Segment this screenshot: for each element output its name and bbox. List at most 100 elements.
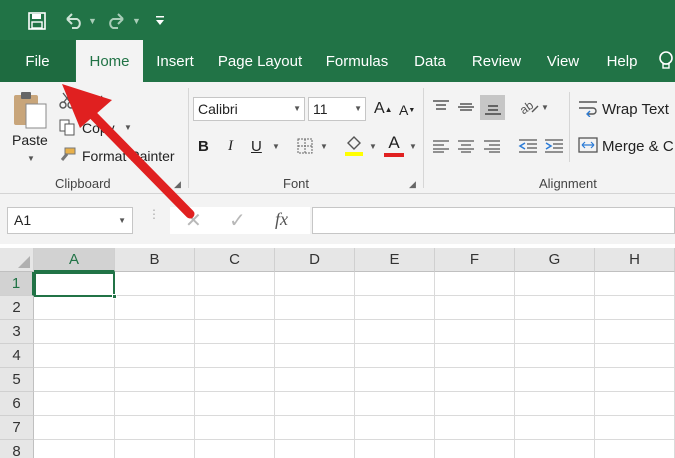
cell-a4[interactable]	[34, 344, 115, 368]
fill-handle[interactable]	[112, 294, 117, 299]
cell-d8[interactable]	[275, 440, 355, 458]
orientation-icon[interactable]: ab	[518, 98, 540, 116]
select-all-corner[interactable]	[0, 248, 34, 272]
cell-e1[interactable]	[355, 272, 435, 296]
cell-c4[interactable]	[195, 344, 275, 368]
row-header-5[interactable]: 5	[0, 368, 34, 392]
cell-h7[interactable]	[595, 416, 675, 440]
merge-center-button[interactable]: Merge & C	[602, 138, 674, 155]
cell-e5[interactable]	[355, 368, 435, 392]
column-header-h[interactable]: H	[595, 248, 675, 272]
cell-a2[interactable]	[34, 296, 115, 320]
cell-a7[interactable]	[34, 416, 115, 440]
column-header-d[interactable]: D	[275, 248, 355, 272]
tab-insert[interactable]: Insert	[143, 40, 207, 82]
cell-c2[interactable]	[195, 296, 275, 320]
paste-button[interactable]: Paste	[12, 132, 48, 148]
chevron-down-icon[interactable]: ▼	[369, 142, 377, 151]
top-align-icon[interactable]	[432, 99, 450, 115]
column-header-b[interactable]: B	[115, 248, 195, 272]
cell-c6[interactable]	[195, 392, 275, 416]
chevron-down-icon[interactable]: ▼	[320, 142, 328, 151]
column-header-a[interactable]: A	[34, 248, 115, 272]
active-cell-a1[interactable]	[34, 272, 115, 297]
cell-c3[interactable]	[195, 320, 275, 344]
insert-function-button[interactable]: fx	[275, 209, 288, 230]
tab-help[interactable]: Help	[592, 40, 652, 82]
cell-h5[interactable]	[595, 368, 675, 392]
column-header-c[interactable]: C	[195, 248, 275, 272]
cell-h1[interactable]	[595, 272, 675, 296]
cell-g7[interactable]	[515, 416, 595, 440]
chevron-down-icon[interactable]: ▼	[27, 154, 35, 163]
row-header-3[interactable]: 3	[0, 320, 34, 344]
cell-c8[interactable]	[195, 440, 275, 458]
cell-d2[interactable]	[275, 296, 355, 320]
cell-h4[interactable]	[595, 344, 675, 368]
italic-button[interactable]: I	[228, 138, 233, 155]
cell-f8[interactable]	[435, 440, 515, 458]
save-icon[interactable]	[28, 10, 46, 32]
bold-button[interactable]: B	[198, 138, 209, 155]
cell-b4[interactable]	[115, 344, 195, 368]
cancel-icon[interactable]: ✕	[185, 208, 202, 233]
chevron-down-icon[interactable]: ▼	[88, 10, 97, 32]
tab-home[interactable]: Home	[76, 40, 143, 82]
dialog-launcher-icon[interactable]: ◢	[409, 179, 416, 190]
borders-icon[interactable]	[297, 138, 313, 154]
row-header-2[interactable]: 2	[0, 296, 34, 320]
cell-g8[interactable]	[515, 440, 595, 458]
cell-h6[interactable]	[595, 392, 675, 416]
cell-f2[interactable]	[435, 296, 515, 320]
chevron-down-icon[interactable]: ▼	[132, 10, 141, 32]
cell-b6[interactable]	[115, 392, 195, 416]
cell-e3[interactable]	[355, 320, 435, 344]
cell-a3[interactable]	[34, 320, 115, 344]
increase-indent-icon[interactable]	[544, 138, 564, 154]
cell-e2[interactable]	[355, 296, 435, 320]
paste-icon[interactable]	[12, 90, 50, 130]
merge-center-icon[interactable]	[578, 136, 598, 154]
row-header-6[interactable]: 6	[0, 392, 34, 416]
tab-view[interactable]: View	[534, 40, 592, 82]
enter-icon[interactable]: ✓	[229, 208, 246, 233]
tab-file[interactable]: File	[0, 40, 75, 82]
cut-icon[interactable]	[58, 91, 76, 109]
increase-font-size-icon[interactable]: A ▲	[374, 100, 393, 118]
column-header-f[interactable]: F	[435, 248, 515, 272]
redo-icon[interactable]	[106, 10, 126, 32]
cell-a5[interactable]	[34, 368, 115, 392]
cell-d6[interactable]	[275, 392, 355, 416]
cell-f3[interactable]	[435, 320, 515, 344]
name-box[interactable]: A1 ▼	[7, 207, 133, 234]
cell-f6[interactable]	[435, 392, 515, 416]
chevron-down-icon[interactable]: ▼	[124, 123, 132, 132]
cell-d4[interactable]	[275, 344, 355, 368]
cell-c1[interactable]	[195, 272, 275, 296]
wrap-text-icon[interactable]	[578, 99, 598, 117]
cell-f5[interactable]	[435, 368, 515, 392]
tab-review[interactable]: Review	[459, 40, 534, 82]
cell-g3[interactable]	[515, 320, 595, 344]
cell-e7[interactable]	[355, 416, 435, 440]
cell-a8[interactable]	[34, 440, 115, 458]
undo-icon[interactable]	[64, 10, 84, 32]
middle-align-icon[interactable]	[457, 99, 475, 115]
decrease-font-size-icon[interactable]: A ▼	[399, 102, 415, 118]
wrap-text-button[interactable]: Wrap Text	[602, 101, 669, 118]
cell-b5[interactable]	[115, 368, 195, 392]
cut-button[interactable]: Cut	[82, 92, 104, 108]
row-header-1[interactable]: 1	[0, 272, 34, 296]
cell-b3[interactable]	[115, 320, 195, 344]
cell-g1[interactable]	[515, 272, 595, 296]
cell-d3[interactable]	[275, 320, 355, 344]
tab-formulas[interactable]: Formulas	[313, 40, 401, 82]
format-painter-icon[interactable]	[58, 146, 76, 164]
align-right-icon[interactable]	[483, 139, 501, 153]
row-header-4[interactable]: 4	[0, 344, 34, 368]
cell-h8[interactable]	[595, 440, 675, 458]
cell-h2[interactable]	[595, 296, 675, 320]
cell-e6[interactable]	[355, 392, 435, 416]
chevron-down-icon[interactable]: ▼	[541, 103, 549, 112]
bottom-align-icon[interactable]	[480, 95, 505, 120]
